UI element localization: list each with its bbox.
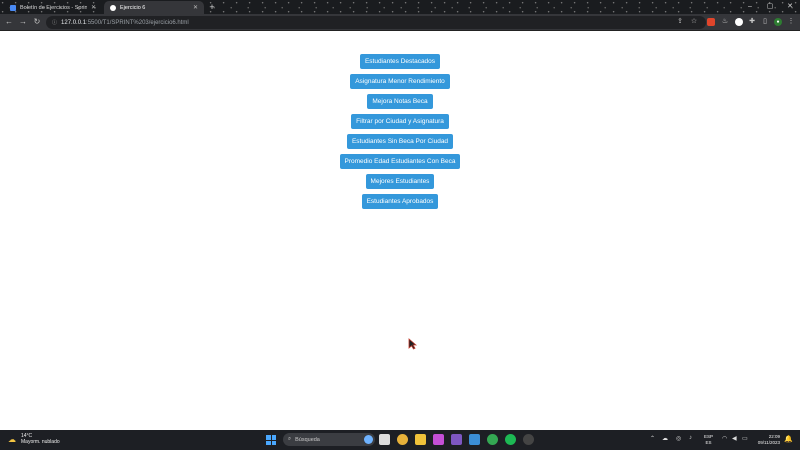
estudiantes-aprobados-button[interactable]: Estudiantes Aprobados xyxy=(361,194,439,209)
clock-date: 09/11/2023 xyxy=(757,439,780,445)
spotify-icon[interactable] xyxy=(505,434,516,445)
weather-widget[interactable]: ☁ 14°C Mayorm. nublado xyxy=(8,433,60,445)
system-clock[interactable]: 22:09 09/11/2023 xyxy=(754,434,780,445)
wifi-icon[interactable]: ◠ xyxy=(722,435,727,442)
tray-headset-icon[interactable]: ◎ xyxy=(676,435,681,442)
info-icon[interactable]: ⓘ xyxy=(52,19,57,26)
filtrar-ciudad-asignatura-button[interactable]: Filtrar por Ciudad y Asignatura xyxy=(351,114,449,129)
promedio-edad-beca-button[interactable]: Promedio Edad Estudiantes Con Beca xyxy=(339,154,461,169)
visual-studio-icon[interactable] xyxy=(451,434,462,445)
chrome-alt-icon[interactable] xyxy=(487,434,498,445)
windows-taskbar: ☁ 14°C Mayorm. nublado ⌕ Búsqueda ⌃ ☁ ◎ … xyxy=(0,430,800,450)
share-icon[interactable]: ⇪ xyxy=(676,18,684,26)
battery-icon[interactable]: ▭ xyxy=(742,435,748,442)
tray-mic-icon[interactable]: ♪ xyxy=(689,435,692,441)
mouse-cursor-icon xyxy=(408,338,417,350)
extension-circle-icon[interactable] xyxy=(735,18,743,26)
language-indicator[interactable]: ESP ES xyxy=(704,434,713,445)
weather-desc: Mayorm. nublado xyxy=(21,439,60,445)
task-view-icon[interactable] xyxy=(379,434,390,445)
tab-title: Ejercicio 6 xyxy=(120,4,146,11)
chrome-icon[interactable] xyxy=(397,434,408,445)
photos-icon[interactable] xyxy=(433,434,444,445)
taskbar-search[interactable]: ⌕ Búsqueda xyxy=(283,433,375,446)
profile-avatar-icon[interactable]: ● xyxy=(774,18,782,26)
notification-bell-icon[interactable]: 🔔 xyxy=(784,435,793,443)
window-close-icon[interactable]: ✕ xyxy=(780,0,800,14)
search-icon: ⌕ xyxy=(288,436,292,442)
extension-red-icon[interactable] xyxy=(707,18,715,26)
globe-favicon-icon xyxy=(110,4,116,11)
side-panel-icon[interactable]: ▯ xyxy=(761,18,769,26)
back-arrow-icon[interactable]: ← xyxy=(4,17,14,27)
star-icon[interactable]: ☆ xyxy=(690,18,698,26)
windows-start-icon[interactable] xyxy=(266,435,276,445)
search-placeholder: Búsqueda xyxy=(295,436,320,443)
extension-flame-icon[interactable]: ♨ xyxy=(721,18,729,26)
reload-icon[interactable]: ↻ xyxy=(32,17,42,27)
minimize-icon[interactable]: – xyxy=(740,0,760,14)
tray-chevron-icon[interactable]: ⌃ xyxy=(650,435,655,442)
lang-line2: ES xyxy=(705,439,712,445)
volume-icon[interactable]: ◀ xyxy=(732,435,737,442)
vscode-icon[interactable] xyxy=(469,434,480,445)
lang-line1: ESP xyxy=(704,434,714,439)
puzzle-extensions-icon[interactable]: ✚ xyxy=(748,18,756,26)
tab-ejercicio6[interactable]: Ejercicio 6 ✕ xyxy=(104,1,204,14)
close-icon[interactable]: ✕ xyxy=(193,4,198,11)
estudiantes-sin-beca-button[interactable]: Estudiantes Sin Beca Por Ciudad xyxy=(346,134,454,149)
close-icon[interactable]: ✕ xyxy=(91,4,96,11)
docs-favicon-icon xyxy=(10,4,16,11)
weather-cloud-icon: ☁ xyxy=(8,434,16,444)
maximize-icon[interactable]: ▢ xyxy=(760,0,780,14)
tab-title: Boletín de Ejercicios - Sprint 3 - xyxy=(20,4,87,11)
tray-cloud-icon[interactable]: ☁ xyxy=(662,435,668,442)
forward-arrow-icon[interactable]: → xyxy=(18,17,28,27)
tab-boletin[interactable]: Boletín de Ejercicios - Sprint 3 - ✕ xyxy=(4,1,102,14)
action-buttons: Estudiantes Destacados Asignatura Menor … xyxy=(0,54,800,209)
new-tab-plus-icon[interactable]: + xyxy=(207,2,217,12)
page-content: Estudiantes Destacados Asignatura Menor … xyxy=(0,32,800,430)
url-host: 127.0.0.1 xyxy=(61,19,87,26)
estudiantes-destacados-button[interactable]: Estudiantes Destacados xyxy=(359,54,441,69)
menu-kebab-icon[interactable]: ⋮ xyxy=(787,18,795,26)
address-bar[interactable]: ⓘ 127.0.0.1 :5500/T1/SPRINT%203/ejercici… xyxy=(46,16,706,29)
mejora-notas-beca-button[interactable]: Mejora Notas Beca xyxy=(367,94,433,109)
browser-toolbar: ← → ↻ ⓘ 127.0.0.1 :5500/T1/SPRINT%203/ej… xyxy=(0,14,800,31)
file-explorer-icon[interactable] xyxy=(415,434,426,445)
github-icon[interactable] xyxy=(523,434,534,445)
asignatura-menor-rendimiento-button[interactable]: Asignatura Menor Rendimiento xyxy=(350,74,450,89)
bing-icon[interactable] xyxy=(364,435,373,444)
url-path: :5500/T1/SPRINT%203/ejercicio6.html xyxy=(86,19,189,26)
browser-tab-strip: Boletín de Ejercicios - Sprint 3 - ✕ Eje… xyxy=(0,0,800,14)
mejores-estudiantes-button[interactable]: Mejores Estudiantes xyxy=(365,174,435,189)
